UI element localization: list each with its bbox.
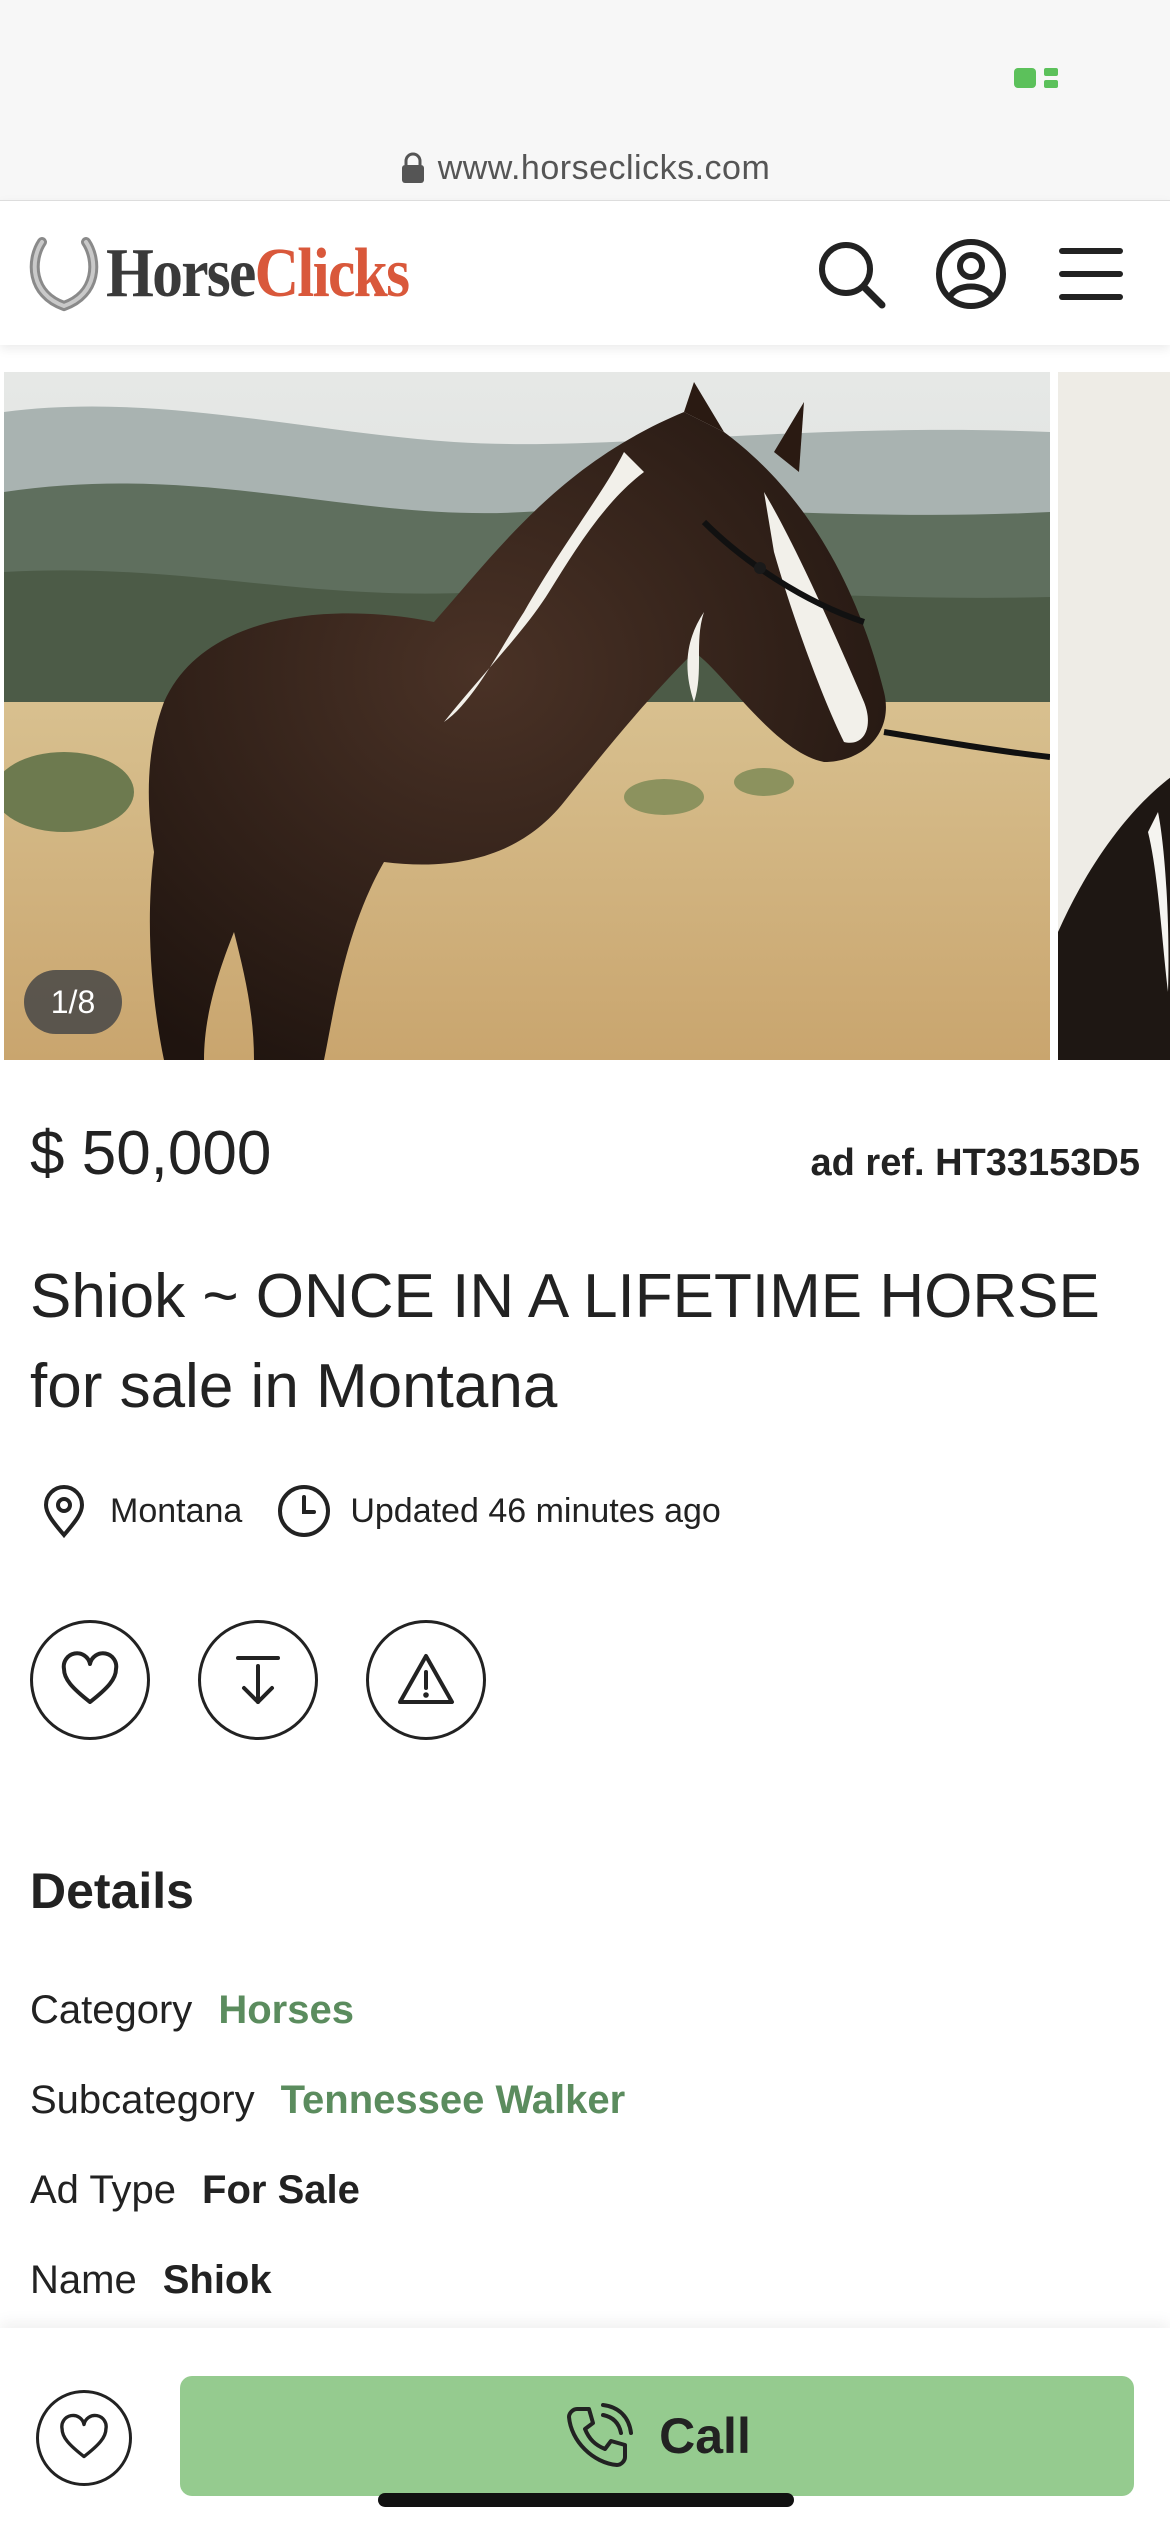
- phone-icon: [567, 2403, 634, 2467]
- heart-icon: [60, 2413, 108, 2459]
- horse-photo-image: [4, 372, 1050, 1060]
- detail-value: Shiok: [162, 2258, 272, 2302]
- horse-photo[interactable]: [4, 372, 1050, 1060]
- url-bar[interactable]: www.horseclicks.com: [0, 140, 1170, 196]
- heart-icon: [61, 1651, 119, 1704]
- detail-row-category: Category Horses: [30, 1988, 354, 2033]
- updated-text: Updated 46 minutes ago: [350, 1491, 721, 1530]
- site-header: HorseClicks: [0, 200, 1170, 345]
- ad-reference: ad ref. HT33153D5: [810, 1142, 1141, 1184]
- photo-gallery[interactable]: 1/8: [0, 370, 1170, 1062]
- download-button[interactable]: [198, 1620, 318, 1740]
- account-icon[interactable]: [934, 237, 1008, 311]
- detail-row-subcategory: Subcategory Tennessee Walker: [30, 2078, 625, 2123]
- listing-title: Shiok ~ ONCE IN A LIFETIME HORSE for sal…: [30, 1262, 1100, 1421]
- photo-counter: 1/8: [24, 970, 122, 1034]
- detail-value: For Sale: [202, 2168, 360, 2212]
- clock-icon: [278, 1485, 331, 1537]
- details-heading: Details: [30, 1863, 194, 1919]
- detail-row-name: Name Shiok: [30, 2258, 272, 2303]
- bottom-favorite-button[interactable]: [36, 2390, 132, 2486]
- next-photo-preview[interactable]: [1058, 372, 1170, 1060]
- report-button[interactable]: [366, 1620, 486, 1740]
- subcategory-link[interactable]: Tennessee Walker: [281, 2078, 626, 2123]
- download-icon: [236, 1656, 280, 1704]
- listing-price: $ 50,000: [30, 1119, 272, 1188]
- url-text: www.horseclicks.com: [437, 148, 771, 187]
- detail-row-ad-type: Ad Type For Sale: [30, 2168, 360, 2213]
- next-photo-image: [1058, 372, 1170, 1060]
- menu-icon[interactable]: [1054, 237, 1128, 311]
- detail-label: Category: [30, 1988, 193, 2032]
- horseshoe-icon: [29, 237, 99, 312]
- logo-text-horse: Horse: [106, 235, 256, 312]
- listing-meta: Montana Updated 46 minutes ago: [36, 1480, 721, 1542]
- search-icon[interactable]: [814, 237, 888, 311]
- call-button[interactable]: Call: [180, 2376, 1134, 2496]
- location-pin-icon: [43, 1485, 85, 1539]
- location-text: Montana: [110, 1491, 243, 1530]
- call-label: Call: [659, 2408, 751, 2464]
- lock-icon: [401, 152, 424, 183]
- detail-label: Ad Type: [30, 2168, 177, 2212]
- logo-text-clicks: Clicks: [254, 235, 410, 312]
- battery-icon: [1014, 68, 1058, 88]
- listing-actions: [30, 1620, 486, 1740]
- detail-label: Subcategory: [30, 2078, 255, 2122]
- warning-icon: [398, 1654, 454, 1704]
- home-indicator[interactable]: [378, 2493, 794, 2507]
- browser-status-bar: www.horseclicks.com: [0, 0, 1170, 200]
- category-link[interactable]: Horses: [218, 1988, 354, 2033]
- favorite-button[interactable]: [30, 1620, 150, 1740]
- horseclicks-logo[interactable]: HorseClicks: [28, 231, 450, 317]
- detail-label: Name: [30, 2258, 137, 2302]
